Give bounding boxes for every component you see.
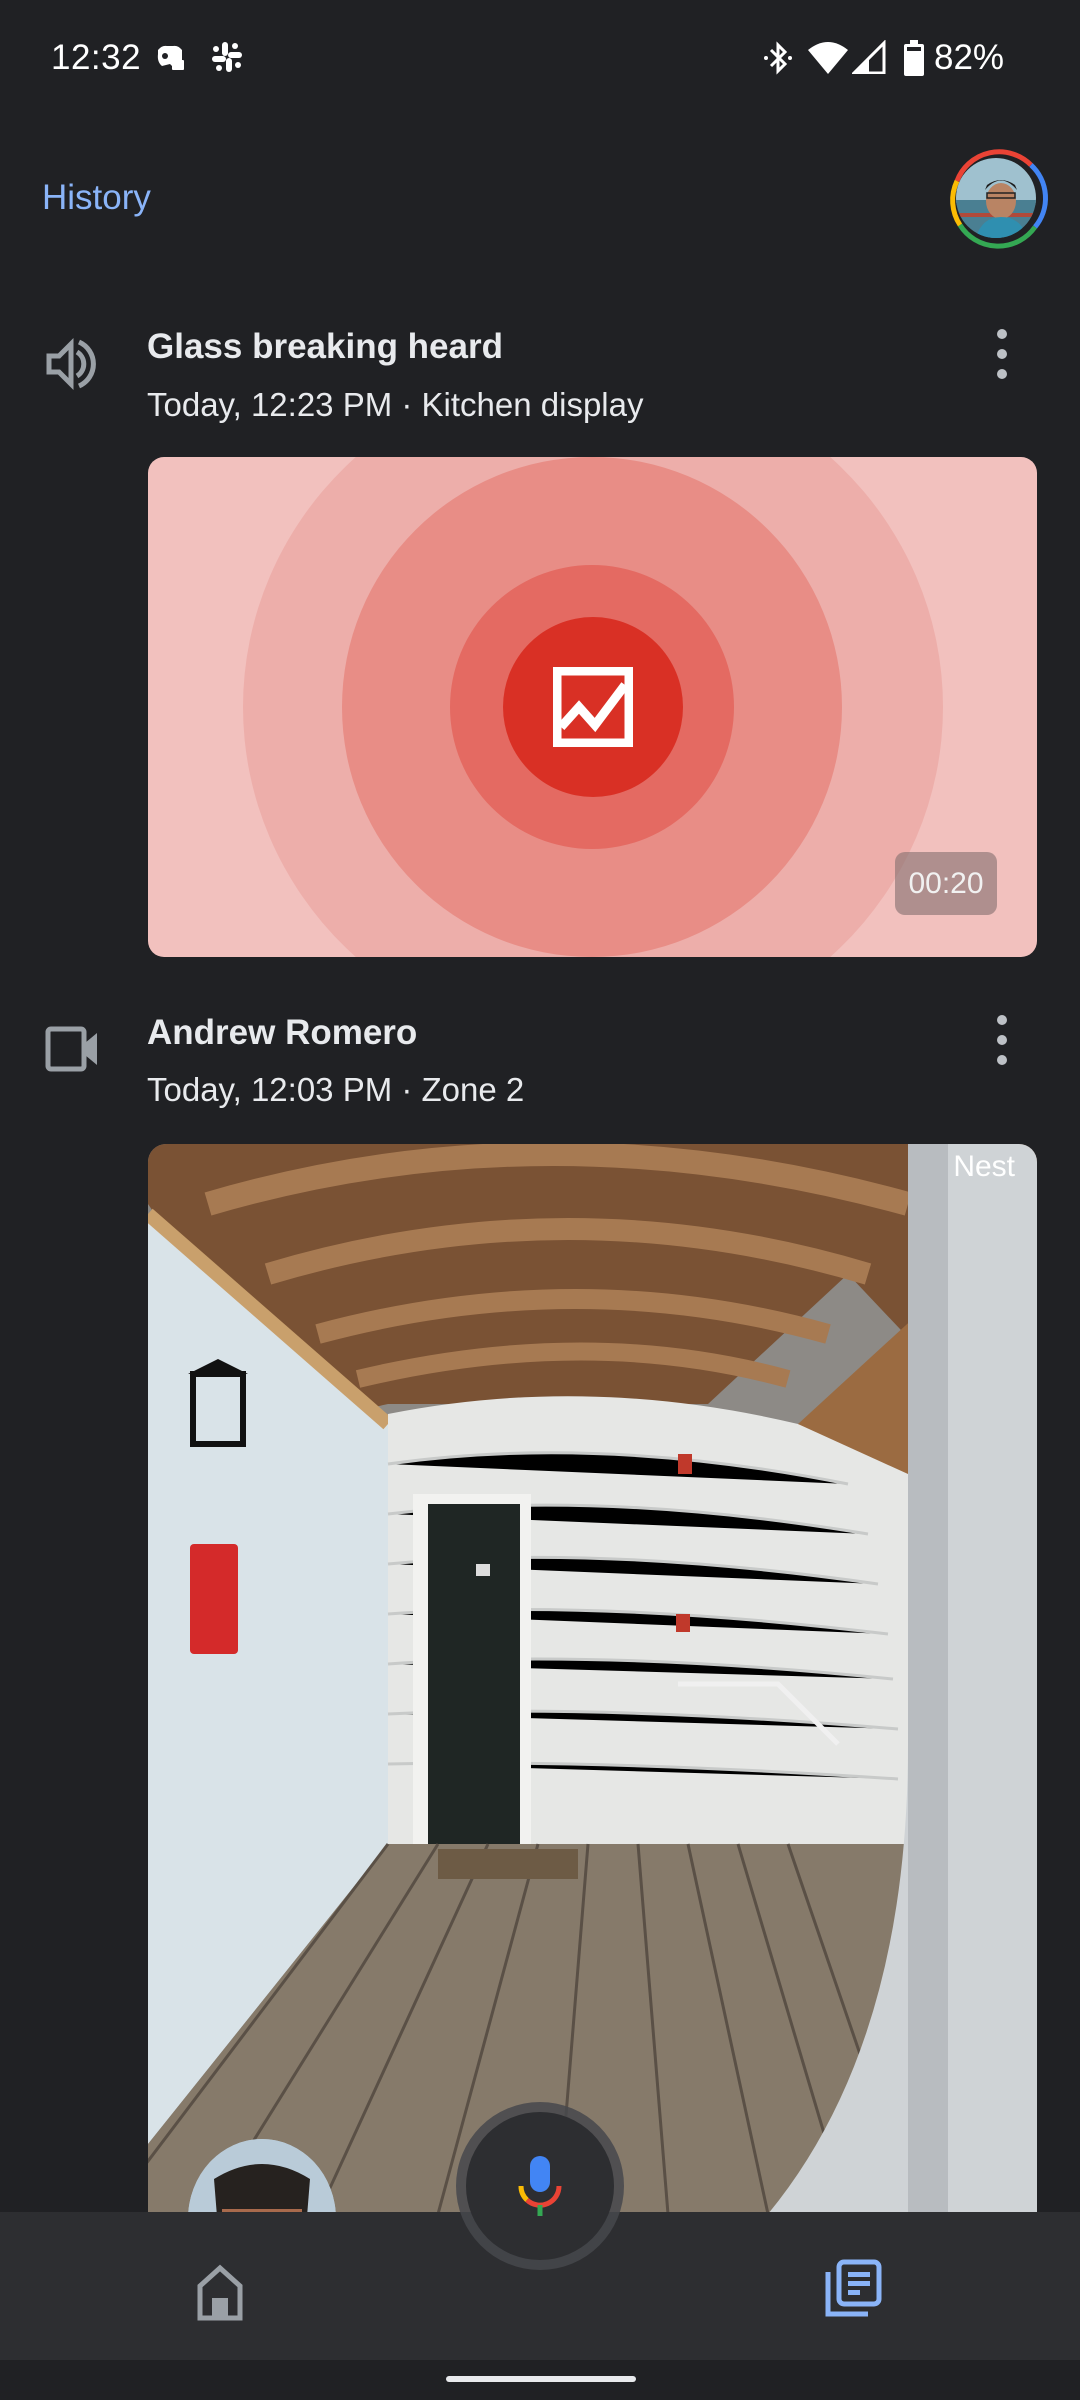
slack-icon	[210, 40, 244, 79]
event-title: Glass breaking heard	[147, 327, 503, 366]
more-options-button[interactable]	[985, 1015, 1019, 1065]
nav-home-tab[interactable]	[190, 2262, 250, 2322]
status-bar: 12:32 82%	[0, 0, 1080, 120]
assistant-mic-button[interactable]	[466, 2112, 614, 2260]
account-avatar[interactable]	[943, 145, 1049, 251]
event-subtitle: Today, 12:03 PM · Zone 2	[147, 1071, 525, 1108]
gesture-navigation-bar[interactable]	[446, 2376, 636, 2382]
status-time: 12:32	[51, 38, 142, 77]
camera-snapshot[interactable]: Nest	[148, 1144, 1037, 2214]
glass-break-icon	[552, 666, 634, 752]
discord-icon	[152, 40, 188, 81]
battery-percent: 82%	[934, 38, 1005, 77]
videocam-icon	[45, 1025, 101, 1078]
google-assistant-mic-icon	[518, 2156, 562, 2216]
speaker-icon	[45, 336, 101, 397]
cell-signal-icon	[850, 39, 886, 79]
wifi-icon	[808, 40, 848, 79]
history-icon	[825, 2259, 882, 2317]
duration-badge: 00:20	[895, 852, 997, 915]
event-subtitle: Today, 12:23 PM · Kitchen display	[147, 386, 644, 423]
bluetooth-icon	[763, 40, 793, 81]
camera-image	[148, 1144, 1037, 2214]
event-title: Andrew Romero	[147, 1013, 418, 1052]
nav-history-tab[interactable]	[822, 2258, 884, 2320]
more-options-button[interactable]	[985, 329, 1019, 379]
page-title: History	[42, 178, 151, 217]
battery-icon	[903, 40, 925, 81]
home-icon	[197, 2264, 243, 2321]
sound-event-preview[interactable]: 00:20	[148, 457, 1037, 957]
nest-watermark: Nest	[953, 1150, 1015, 1183]
